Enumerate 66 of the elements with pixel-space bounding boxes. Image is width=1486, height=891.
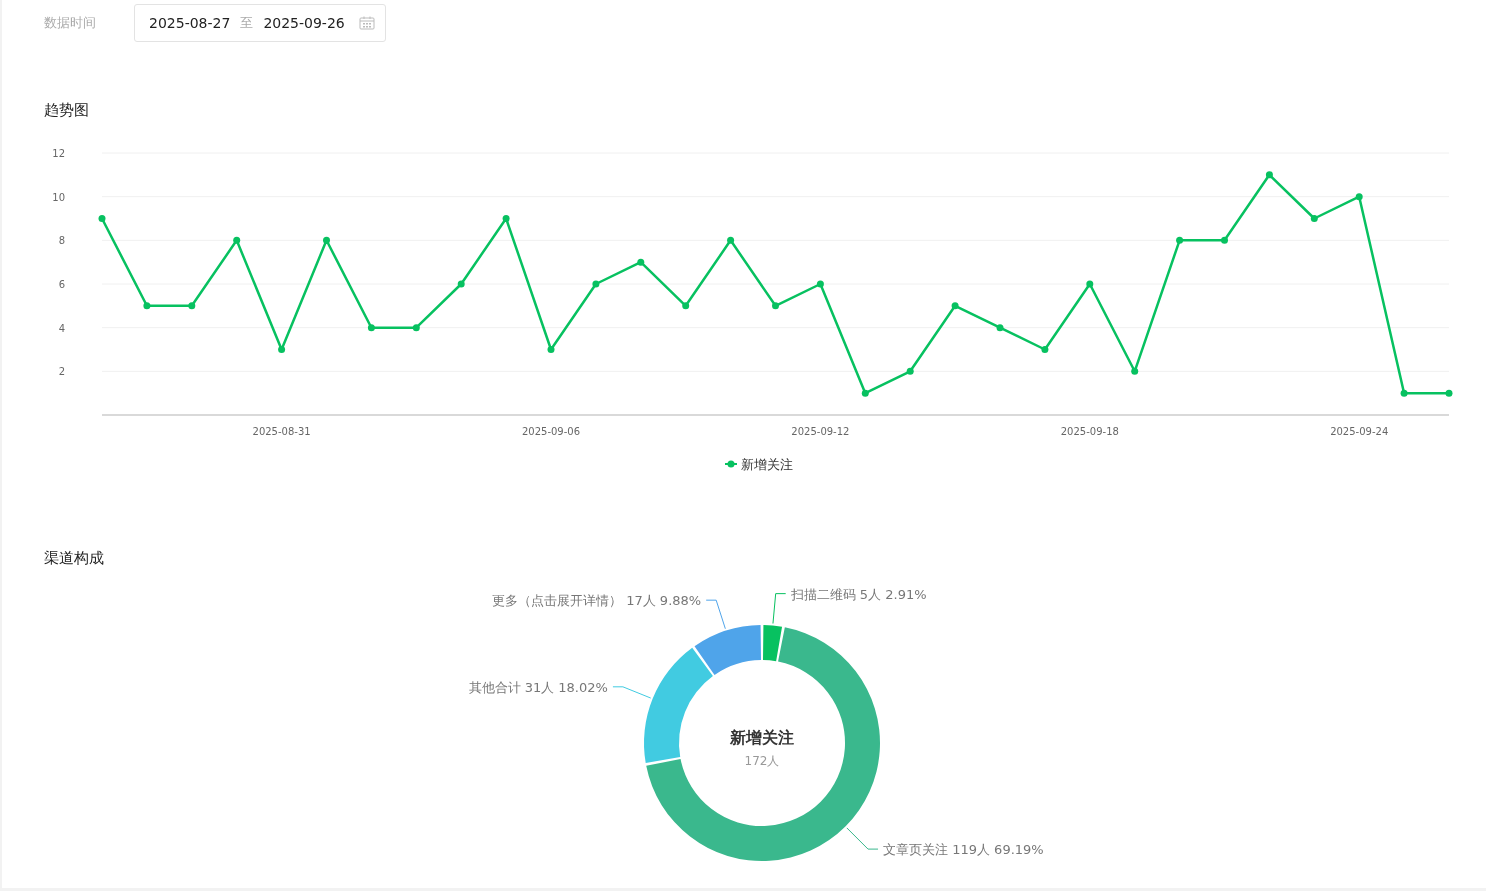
data-point (1310, 215, 1318, 222)
data-point (906, 367, 914, 375)
data-point (278, 346, 286, 353)
donut-center-value: 172人 (744, 754, 780, 768)
filter-label: 数据时间 (44, 14, 96, 32)
data-point (637, 258, 645, 266)
end-date: 2025-09-26 (263, 15, 345, 31)
leader-line (612, 686, 652, 699)
data-point (1400, 389, 1408, 397)
section-title: 渠道构成 (44, 549, 105, 569)
y-axis-label: 12 (52, 148, 65, 159)
data-point (951, 302, 959, 310)
x-axis-label: 2025-08-31 (252, 426, 311, 437)
data-point (727, 236, 735, 244)
date-range-field[interactable]: 2025-08-27 至 2025-09-26 (134, 4, 386, 42)
legend-label[interactable]: 新增关注 (741, 457, 793, 472)
data-point (502, 215, 510, 222)
donut-slice[interactable] (763, 625, 783, 662)
leader-line (772, 593, 787, 624)
donut-center-title: 新增关注 (730, 728, 794, 747)
calendar-icon (358, 16, 375, 30)
data-point (367, 324, 375, 332)
y-axis-label: 8 (58, 235, 65, 247)
data-point (323, 236, 330, 244)
data-point (1221, 236, 1228, 244)
y-axis-label: 10 (52, 191, 65, 203)
data-point (1355, 193, 1363, 201)
data-point (1131, 367, 1139, 375)
data-point (1176, 236, 1184, 244)
data-point (233, 236, 241, 244)
data-point (188, 302, 196, 310)
slice-label: 扫描二维码 5人 2.91% (790, 586, 927, 602)
x-axis-label: 2025-09-06 (521, 426, 581, 437)
leader-line (705, 599, 726, 630)
data-point (143, 302, 151, 310)
legend-marker-icon (724, 460, 738, 468)
data-point (772, 302, 779, 310)
slice-label: 更多（点击展开详情） 17人 9.88% (492, 593, 702, 609)
data-point (547, 346, 555, 353)
x-axis-label: 2025-09-12 (791, 426, 850, 437)
data-point (457, 280, 465, 288)
donut-slice[interactable] (646, 627, 880, 861)
data-point (996, 324, 1004, 332)
data-point (682, 302, 690, 310)
data-point (592, 280, 600, 288)
slice-label: 文章页关注 119人 69.19% (883, 842, 1044, 858)
y-axis-label: 6 (58, 279, 65, 290)
data-point (816, 280, 824, 288)
range-separator: 至 (240, 14, 254, 32)
data-point (1086, 280, 1094, 288)
data-point (412, 324, 420, 332)
data-point (1445, 389, 1453, 397)
data-point (1265, 171, 1273, 179)
section-title: 趋势图 (44, 101, 90, 121)
y-axis-label: 2 (58, 366, 65, 378)
slice-label: 其他合计 31人 18.02% (468, 679, 608, 695)
start-date: 2025-08-27 (149, 15, 231, 31)
donut-slice[interactable] (644, 647, 713, 763)
donut-slice[interactable] (694, 625, 761, 675)
data-point (861, 389, 869, 397)
data-point (98, 215, 106, 222)
x-axis-label: 2025-09-18 (1060, 426, 1119, 437)
x-axis-label: 2025-09-24 (1330, 426, 1389, 437)
data-point (1041, 346, 1049, 353)
leader-line (846, 827, 879, 850)
y-axis-label: 4 (58, 322, 65, 334)
